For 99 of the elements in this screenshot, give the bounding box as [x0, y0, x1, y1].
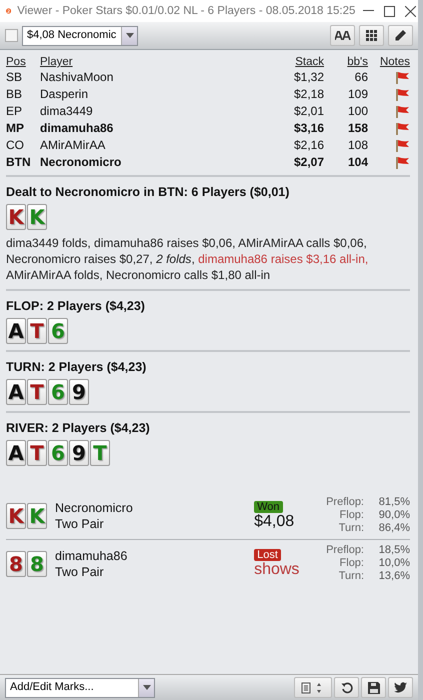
playing-card: 9 — [69, 379, 89, 405]
equity-label: Turn: — [338, 570, 364, 583]
playing-card: 9 — [69, 440, 89, 466]
table-cell-text: 104 — [346, 154, 368, 170]
street-title: FLOP: 2 Players ($4,23) — [6, 299, 146, 313]
table-cell-text: AMirAMirAA — [40, 137, 106, 153]
street-title: TURN: 2 Players ($4,23) — [6, 360, 148, 374]
playing-card: K — [6, 502, 26, 528]
playing-card: 6 — [48, 379, 68, 405]
font-size-button[interactable] — [330, 25, 355, 46]
table-cell-text: $2,07 — [292, 154, 324, 170]
player-name: dimamuha86 — [55, 548, 128, 564]
table-cell-text: BTN — [6, 154, 32, 170]
playing-card: 6 — [48, 440, 68, 466]
minimize-icon — [363, 10, 374, 12]
refresh-button[interactable] — [334, 677, 359, 698]
playing-card: T — [27, 318, 47, 344]
equity-label: Flop: — [338, 557, 364, 570]
equity-value: 86,4% — [378, 522, 410, 535]
marks-select[interactable]: Add/Edit Marks... — [5, 678, 155, 698]
column-header[interactable]: Notes — [368, 56, 410, 68]
playing-card: K — [27, 502, 47, 528]
table-cell-text: $1,32 — [292, 69, 324, 85]
column-header[interactable]: Stack — [264, 56, 324, 68]
table-cell-text: MP — [6, 120, 25, 136]
table-cell-text: NashivaMoon — [40, 69, 114, 85]
playing-card: T — [27, 379, 47, 405]
action-text: dima3449 folds, dimamuha86 raises $0,06, AMirAMirAA calls $0,06, Necronomicro raises $0,27, 2 folds, dimamuha86 raises $3,16 all-in, AMirAMirAA folds, Necronomicro calls $1,80 all-in — [6, 235, 370, 283]
grid-button[interactable] — [359, 25, 384, 46]
column-header[interactable]: Pos — [6, 56, 40, 68]
playing-card: K — [6, 204, 26, 230]
table-cell-text: EP — [6, 103, 24, 119]
table-cell-text: 158 — [346, 120, 368, 136]
result-badge: Won — [254, 500, 282, 512]
close-icon — [405, 6, 416, 16]
playing-card: K — [27, 204, 47, 230]
table-cell-text: Necronomicro — [40, 154, 122, 170]
playing-card: 6 — [48, 318, 68, 344]
column-header[interactable]: bb's — [324, 56, 368, 68]
equity-value: 81,5% — [378, 496, 410, 509]
playing-card: A — [6, 318, 26, 344]
hand-select[interactable]: $4,08 Necronomic — [22, 26, 138, 46]
table-cell-text: SB — [6, 69, 24, 85]
table-cell-text: dima3449 — [40, 103, 94, 119]
playing-card: A — [6, 440, 26, 466]
caret-icon — [126, 33, 134, 38]
checkbox[interactable] — [5, 29, 18, 42]
maximize-icon — [384, 6, 396, 16]
flag-icon[interactable] — [396, 104, 410, 118]
playing-card: T — [90, 440, 110, 466]
equity-value: 90,0% — [378, 509, 410, 522]
flag-icon[interactable] — [396, 156, 410, 168]
equity-label: Flop: — [338, 509, 364, 522]
playing-card: 8 — [27, 550, 47, 576]
flag-icon[interactable] — [396, 70, 410, 84]
equity-value: 18,5% — [378, 544, 410, 557]
caret-icon — [142, 685, 150, 690]
table-cell-text: $2,01 — [292, 103, 324, 119]
save-button[interactable] — [361, 677, 386, 698]
table-cell-text: $2,16 — [292, 137, 324, 153]
result-amount: $4,08 — [254, 512, 294, 530]
equity-value: 13,6% — [378, 570, 410, 583]
window-title: Viewer - Poker Stars $0.01/0.02 NL - 6 Players - 08.05.2018 15:25 — [17, 5, 356, 17]
hand-rank: Two Pair — [55, 516, 105, 532]
refresh-icon — [340, 682, 352, 694]
flag-icon[interactable] — [396, 88, 410, 100]
table-cell-text: BB — [6, 86, 24, 102]
table-cell-text: Dasperin — [40, 86, 90, 102]
share-button[interactable] — [388, 677, 413, 698]
table-cell-text: 100 — [346, 103, 368, 119]
playing-card: 8 — [6, 550, 26, 576]
column-header[interactable]: Player — [40, 56, 264, 68]
flag-icon[interactable] — [396, 122, 410, 134]
playing-card: A — [6, 379, 26, 405]
notes-button[interactable] — [294, 677, 332, 698]
table-cell-text: 66 — [354, 69, 368, 85]
street-title: RIVER: 2 Players ($4,23) — [6, 421, 151, 435]
hand-rank: Two Pair — [55, 564, 105, 580]
edit-button[interactable] — [388, 25, 413, 46]
table-cell-text: $3,16 — [292, 120, 324, 136]
result-amount: shows — [254, 560, 300, 578]
result-badge: Lost — [254, 548, 281, 560]
table-cell-text: dimamuha86 — [40, 120, 114, 136]
playing-card: T — [27, 440, 47, 466]
table-cell-text: $2,18 — [292, 86, 324, 102]
equity-value: 10,0% — [378, 557, 410, 570]
bird-icon — [394, 682, 407, 693]
player-name: Necronomicro — [55, 500, 134, 516]
table-cell-text: 108 — [346, 137, 368, 153]
table-cell-text: 109 — [346, 86, 368, 102]
pencil-icon — [394, 29, 407, 42]
equity-label: Preflop: — [326, 544, 364, 557]
font-size-icon — [334, 31, 350, 40]
equity-label: Turn: — [338, 522, 364, 535]
table-cell-text: CO — [6, 137, 25, 153]
grid-icon — [366, 30, 377, 41]
equity-label: Preflop: — [326, 496, 364, 509]
flag-icon[interactable] — [396, 138, 410, 152]
street-title: Dealt to Necronomicro in BTN: 6 Players ($0,01) — [6, 185, 290, 199]
